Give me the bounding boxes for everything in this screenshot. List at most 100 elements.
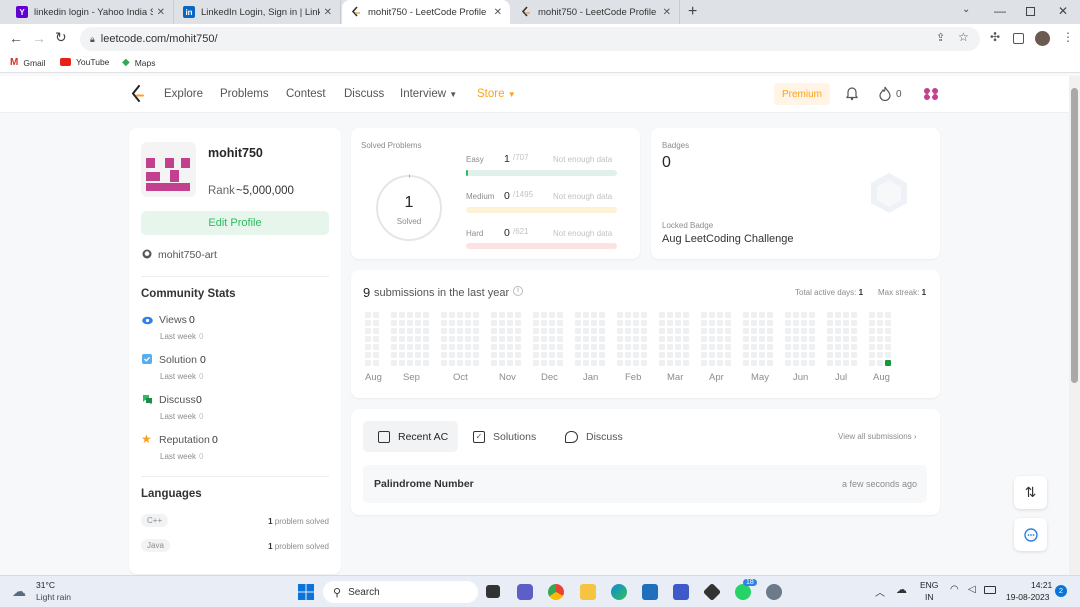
heatmap-day-cell[interactable] <box>407 312 413 318</box>
heatmap-day-cell[interactable] <box>441 328 447 334</box>
heatmap-day-cell[interactable] <box>633 336 639 342</box>
heatmap-day-cell[interactable] <box>465 344 471 350</box>
heatmap-day-cell[interactable] <box>683 328 689 334</box>
heatmap-day-cell[interactable] <box>625 352 631 358</box>
heatmap-day-cell[interactable] <box>591 336 597 342</box>
heatmap-day-cell[interactable] <box>441 312 447 318</box>
heatmap-day-cell[interactable] <box>701 360 707 366</box>
heatmap-day-cell[interactable] <box>557 320 563 326</box>
heatmap-day-cell[interactable] <box>557 360 563 366</box>
heatmap-day-cell[interactable] <box>785 344 791 350</box>
heatmap-day-cell[interactable] <box>625 360 631 366</box>
heatmap-day-cell[interactable] <box>641 312 647 318</box>
heatmap-active-day-cell[interactable] <box>885 360 891 366</box>
heatmap-day-cell[interactable] <box>599 352 605 358</box>
heatmap-day-cell[interactable] <box>549 328 555 334</box>
nav-store[interactable]: Store ▼ <box>477 88 516 100</box>
heatmap-day-cell[interactable] <box>533 312 539 318</box>
bookmark-star-icon[interactable]: ☆ <box>958 30 969 44</box>
heatmap-day-cell[interactable] <box>441 352 447 358</box>
feedback-chat-icon[interactable] <box>1014 518 1047 551</box>
heatmap-day-cell[interactable] <box>491 328 497 334</box>
heatmap-day-cell[interactable] <box>851 360 857 366</box>
heatmap-day-cell[interactable] <box>633 344 639 350</box>
heatmap-day-cell[interactable] <box>725 352 731 358</box>
scrollbar-thumb[interactable] <box>1071 88 1078 383</box>
heatmap-day-cell[interactable] <box>373 352 379 358</box>
heatmap-day-cell[interactable] <box>659 344 665 350</box>
heatmap-day-cell[interactable] <box>465 328 471 334</box>
nav-explore[interactable]: Explore <box>164 88 203 100</box>
heatmap-day-cell[interactable] <box>617 352 623 358</box>
heatmap-day-cell[interactable] <box>827 328 833 334</box>
heatmap-day-cell[interactable] <box>851 352 857 358</box>
heatmap-day-cell[interactable] <box>465 360 471 366</box>
heatmap-day-cell[interactable] <box>407 344 413 350</box>
heatmap-day-cell[interactable] <box>625 312 631 318</box>
heatmap-day-cell[interactable] <box>407 352 413 358</box>
heatmap-day-cell[interactable] <box>709 312 715 318</box>
heatmap-day-cell[interactable] <box>441 336 447 342</box>
heatmap-day-cell[interactable] <box>575 336 581 342</box>
heatmap-day-cell[interactable] <box>667 312 673 318</box>
browser-tab-linkedin[interactable]: in LinkedIn Login, Sign in | LinkedIn ✕ <box>175 0 341 24</box>
heatmap-day-cell[interactable] <box>675 336 681 342</box>
heatmap-day-cell[interactable] <box>617 312 623 318</box>
heatmap-day-cell[interactable] <box>785 328 791 334</box>
heatmap-day-cell[interactable] <box>851 320 857 326</box>
heatmap-day-cell[interactable] <box>827 352 833 358</box>
weather-cloud-icon[interactable]: ☁ <box>12 583 26 600</box>
heatmap-day-cell[interactable] <box>751 320 757 326</box>
heatmap-day-cell[interactable] <box>667 352 673 358</box>
heatmap-day-cell[interactable] <box>499 344 505 350</box>
heatmap-day-cell[interactable] <box>785 360 791 366</box>
info-icon[interactable]: i <box>513 286 523 296</box>
address-bar[interactable]: 🔒︎ leetcode.com/mohit750/ ⇪ ☆ <box>80 27 980 51</box>
heatmap-day-cell[interactable] <box>365 328 371 334</box>
heatmap-day-cell[interactable] <box>843 312 849 318</box>
heatmap-day-cell[interactable] <box>827 320 833 326</box>
heatmap-day-cell[interactable] <box>407 328 413 334</box>
heatmap-day-cell[interactable] <box>751 336 757 342</box>
heatmap-day-cell[interactable] <box>759 320 765 326</box>
heatmap-day-cell[interactable] <box>449 312 455 318</box>
heatmap-day-cell[interactable] <box>441 344 447 350</box>
heatmap-day-cell[interactable] <box>423 328 429 334</box>
heatmap-day-cell[interactable] <box>793 328 799 334</box>
close-tab-icon[interactable]: ✕ <box>494 7 502 18</box>
browser-tab-yahoo[interactable]: Y linkedin login - Yahoo India Sear ✕ <box>8 0 174 24</box>
heatmap-day-cell[interactable] <box>827 336 833 342</box>
heatmap-day-cell[interactable] <box>725 336 731 342</box>
heatmap-day-cell[interactable] <box>541 312 547 318</box>
github-link[interactable]: mohit750-art <box>158 249 217 261</box>
heatmap-day-cell[interactable] <box>541 360 547 366</box>
heatmap-day-cell[interactable] <box>365 312 371 318</box>
heatmap-day-cell[interactable] <box>851 336 857 342</box>
heatmap-day-cell[interactable] <box>809 320 815 326</box>
heatmap-day-cell[interactable] <box>399 352 405 358</box>
avatar[interactable] <box>1035 31 1050 46</box>
heatmap-day-cell[interactable] <box>827 360 833 366</box>
heatmap-day-cell[interactable] <box>575 344 581 350</box>
heatmap-day-cell[interactable] <box>885 320 891 326</box>
heatmap-day-cell[interactable] <box>633 320 639 326</box>
heatmap-day-cell[interactable] <box>793 320 799 326</box>
heatmap-day-cell[interactable] <box>701 336 707 342</box>
heatmap-day-cell[interactable] <box>801 344 807 350</box>
wifi-icon[interactable]: ◠ <box>950 584 959 595</box>
heatmap-day-cell[interactable] <box>373 328 379 334</box>
tray-chevron-up-icon[interactable]: ︿ <box>875 584 885 599</box>
whatsapp-icon[interactable] <box>735 584 751 600</box>
heatmap-day-cell[interactable] <box>499 320 505 326</box>
leetcode-logo-icon[interactable] <box>131 85 145 106</box>
heatmap-day-cell[interactable] <box>457 360 463 366</box>
heatmap-day-cell[interactable] <box>415 320 421 326</box>
heatmap-day-cell[interactable] <box>641 336 647 342</box>
heatmap-day-cell[interactable] <box>667 328 673 334</box>
heatmap-day-cell[interactable] <box>373 336 379 342</box>
heatmap-day-cell[interactable] <box>399 312 405 318</box>
heatmap-day-cell[interactable] <box>415 328 421 334</box>
heatmap-day-cell[interactable] <box>533 320 539 326</box>
heatmap-day-cell[interactable] <box>725 360 731 366</box>
heatmap-day-cell[interactable] <box>683 336 689 342</box>
